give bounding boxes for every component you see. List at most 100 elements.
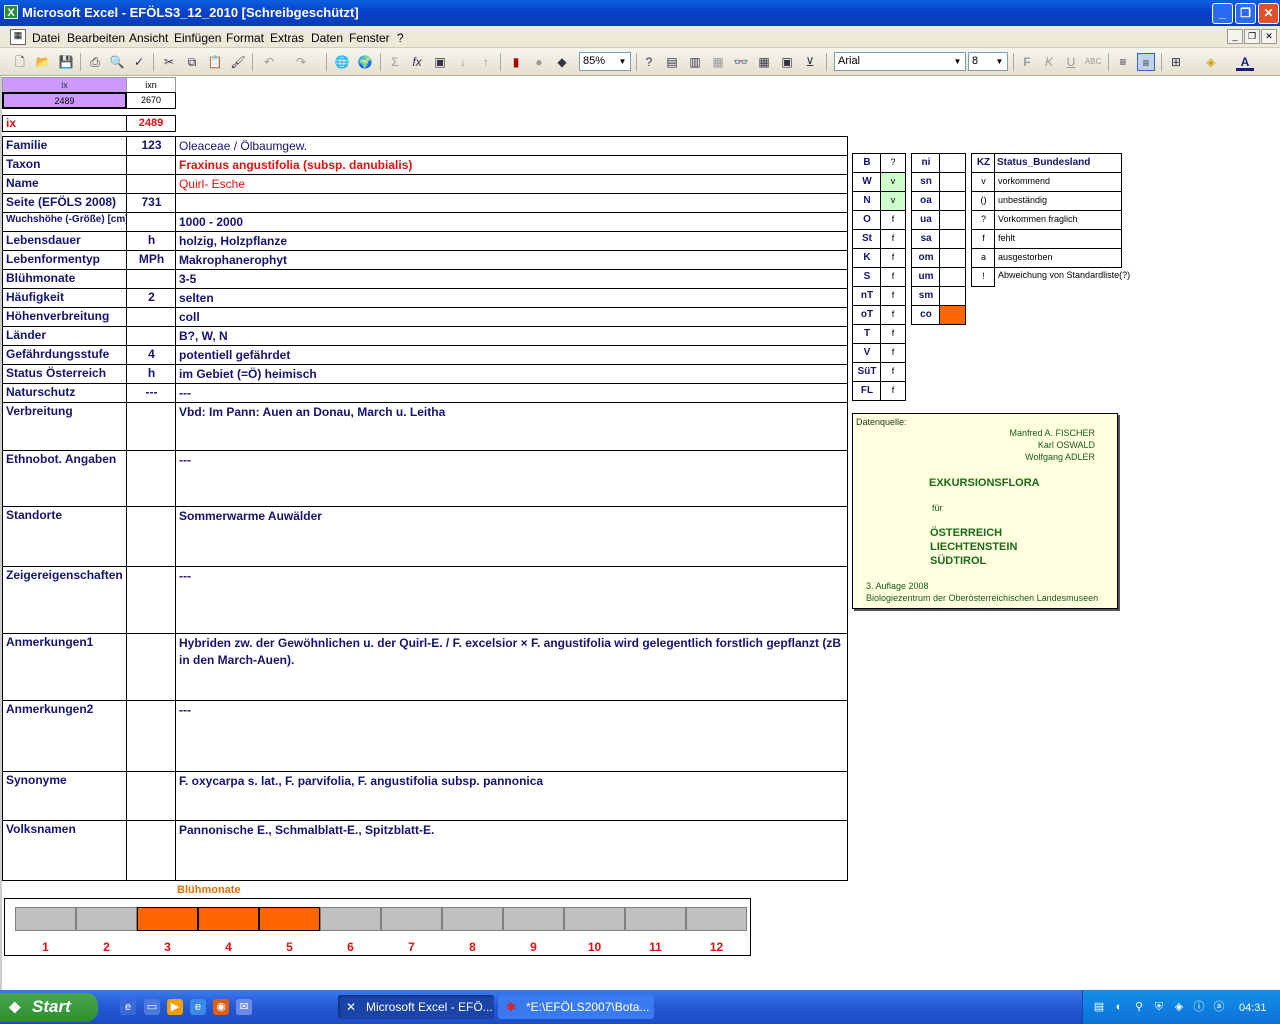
minimize-button[interactable]: _ xyxy=(1212,3,1233,24)
land-code-cell[interactable]: St xyxy=(852,229,881,249)
volume-icon[interactable]: ◐ xyxy=(1111,999,1127,1015)
row-value-wuchsh-he-gr-e-cm[interactable]: 1000 - 2000 xyxy=(175,212,848,232)
land-status-cell[interactable]: f xyxy=(880,381,906,401)
row-label-h-henverbreitung[interactable]: Höhenverbreitung xyxy=(2,307,127,327)
row-code-zeigereigenschaften[interactable] xyxy=(126,566,176,634)
align-left-icon[interactable]: ≡ xyxy=(1114,53,1132,71)
row-label-volksnamen[interactable]: Volksnamen xyxy=(2,820,127,881)
region-status-cell[interactable] xyxy=(939,210,966,230)
land-code-cell[interactable]: SüT xyxy=(852,362,881,382)
new-icon[interactable]: 🗋 xyxy=(11,53,29,71)
autofilter-icon[interactable]: ⊻ xyxy=(801,53,819,71)
row-value-anmerkungen2[interactable]: --- xyxy=(175,700,848,772)
row-value-naturschutz[interactable]: --- xyxy=(175,383,848,403)
open-icon[interactable]: 📂 xyxy=(34,53,52,71)
copy-icon[interactable]: ⧉ xyxy=(183,53,201,71)
image-icon[interactable]: ▣ xyxy=(431,53,449,71)
land-code-cell[interactable]: nT xyxy=(852,286,881,306)
row-label-name[interactable]: Name xyxy=(2,174,127,194)
row-value-familie[interactable]: Oleaceae / Ölbaumgew. xyxy=(175,136,848,156)
calculator-icon[interactable]: ▦ xyxy=(709,53,727,71)
row-value-h-henverbreitung[interactable]: coll xyxy=(175,307,848,327)
firefox-icon[interactable]: ◉ xyxy=(213,999,229,1015)
row-value-zeigereigenschaften[interactable]: --- xyxy=(175,566,848,634)
region-code-cell[interactable]: sm xyxy=(911,286,940,306)
borders-icon[interactable]: ⊞ xyxy=(1167,53,1185,71)
redo-icon[interactable]: ↷ xyxy=(292,53,310,71)
land-status-cell[interactable]: f xyxy=(880,324,906,344)
shield-icon[interactable]: ◈ xyxy=(1171,999,1187,1015)
print-preview-icon[interactable]: 🔍 xyxy=(108,53,126,71)
copy-format-icon[interactable]: ▣ xyxy=(778,53,796,71)
binoculars-icon[interactable]: 👓 xyxy=(732,53,750,71)
land-code-cell[interactable]: W xyxy=(852,172,881,192)
row-code-naturschutz[interactable]: --- xyxy=(126,383,176,403)
align-center-icon[interactable]: ≡ xyxy=(1137,53,1155,71)
land-status-cell[interactable]: v xyxy=(880,191,906,211)
search-icon[interactable]: ⚲ xyxy=(1131,999,1147,1015)
row-value-lebenformentyp[interactable]: Makrophanerophyt xyxy=(175,250,848,270)
row-code-h-ufigkeit[interactable]: 2 xyxy=(126,288,176,308)
browser-icon[interactable]: e xyxy=(190,999,206,1015)
land-code-cell[interactable]: V xyxy=(852,343,881,363)
ie-icon[interactable]: e xyxy=(120,999,136,1015)
menu-ansicht[interactable]: Ansicht xyxy=(129,31,168,45)
land-status-cell[interactable]: f xyxy=(880,305,906,325)
row-label-l-nder[interactable]: Länder xyxy=(2,326,127,346)
region-code-cell[interactable]: om xyxy=(911,248,940,268)
print-icon[interactable]: ⎙ xyxy=(86,53,104,71)
info-icon[interactable]: ⓘ xyxy=(1191,999,1207,1015)
start-button[interactable]: ❖ Start xyxy=(0,993,98,1022)
region-status-cell[interactable] xyxy=(939,248,966,268)
row-code-l-nder[interactable] xyxy=(126,326,176,346)
menu-help[interactable]: ? xyxy=(397,31,404,45)
fill-color-icon[interactable]: ◈ xyxy=(1202,53,1220,71)
menu-datei[interactable]: Datei xyxy=(32,31,60,45)
land-code-cell[interactable]: K xyxy=(852,248,881,268)
row-label-naturschutz[interactable]: Naturschutz xyxy=(2,383,127,403)
ix-label-value-cell[interactable]: 2489 xyxy=(126,115,176,132)
autosum-icon[interactable]: Σ xyxy=(386,53,404,71)
workbook-icon[interactable]: ▦ xyxy=(10,29,26,45)
ix-header-cell[interactable]: ix xyxy=(2,77,127,93)
region-status-cell[interactable] xyxy=(939,286,966,306)
land-status-cell[interactable]: f xyxy=(880,362,906,382)
row-label-anmerkungen2[interactable]: Anmerkungen2 xyxy=(2,700,127,772)
chart-wizard-icon[interactable]: ▮ xyxy=(507,53,525,71)
doc-minimize-button[interactable]: _ xyxy=(1227,29,1243,44)
sort-descending-icon[interactable]: ↑ xyxy=(477,53,495,71)
source-box[interactable]: Datenquelle: Manfred A. FISCHER Karl OSW… xyxy=(852,413,1118,609)
row-code-status-sterreich[interactable]: h xyxy=(126,364,176,384)
row-label-seite-ef-ls-2008[interactable]: Seite (EFÖLS 2008) xyxy=(2,193,127,213)
taskbar-item-document[interactable]: ✱ *E:\EFÖLS2007\Bota... xyxy=(498,995,654,1019)
font-size-select[interactable]: 8 ▼ xyxy=(968,52,1008,71)
sort-ascending-icon[interactable]: ↓ xyxy=(454,53,472,71)
row-code-familie[interactable]: 123 xyxy=(126,136,176,156)
menu-format[interactable]: Format xyxy=(226,31,264,45)
format-painter-icon[interactable]: 🖌 xyxy=(229,53,247,71)
row-label-standorte[interactable]: Standorte xyxy=(2,506,127,567)
land-status-cell[interactable]: f xyxy=(880,229,906,249)
row-code-taxon[interactable] xyxy=(126,155,176,175)
row-value-verbreitung[interactable]: Vbd: Im Pann: Auen an Donau, March u. Le… xyxy=(175,402,848,451)
row-code-bl-hmonate[interactable] xyxy=(126,269,176,289)
media-icon[interactable]: ▶ xyxy=(167,999,183,1015)
cut-icon[interactable]: ✂ xyxy=(160,53,178,71)
worksheet[interactable]: ix ixn 2489 2670 ix 2489 Familie 123 Oleac… xyxy=(0,76,1280,990)
row-value-l-nder[interactable]: B?, W, N xyxy=(175,326,848,346)
forms-icon[interactable]: ▤ xyxy=(663,53,681,71)
row-label-taxon[interactable]: Taxon xyxy=(2,155,127,175)
network-icon[interactable]: ▤ xyxy=(1091,999,1107,1015)
grid-icon[interactable]: ▦ xyxy=(755,53,773,71)
help-icon[interactable]: ? xyxy=(640,53,658,71)
row-code-anmerkungen2[interactable] xyxy=(126,700,176,772)
row-label-wuchsh-he-gr-e-cm[interactable]: Wuchshöhe (-Größe) [cm] xyxy=(2,212,127,232)
region-status-cell[interactable] xyxy=(939,153,966,173)
row-label-zeigereigenschaften[interactable]: Zeigereigenschaften xyxy=(2,566,127,634)
land-status-cell[interactable]: f xyxy=(880,343,906,363)
land-code-cell[interactable]: oT xyxy=(852,305,881,325)
menu-einfuegen[interactable]: Einfügen xyxy=(174,31,221,45)
land-status-cell[interactable]: f xyxy=(880,286,906,306)
land-code-cell[interactable]: FL xyxy=(852,381,881,401)
row-code-standorte[interactable] xyxy=(126,506,176,567)
